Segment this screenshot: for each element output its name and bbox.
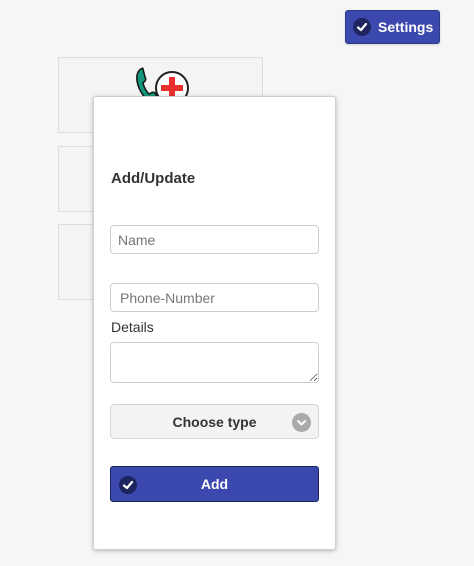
details-label: Details xyxy=(111,319,154,335)
chevron-down-icon xyxy=(292,413,311,432)
settings-button[interactable]: Settings xyxy=(345,10,440,44)
add-update-panel: Add/Update Details Choose type Add xyxy=(93,96,336,550)
add-label: Add xyxy=(200,476,229,492)
check-circle-icon xyxy=(119,476,137,494)
settings-label: Settings xyxy=(378,19,434,35)
check-circle-icon xyxy=(353,18,371,36)
panel-title: Add/Update xyxy=(111,170,196,187)
name-input[interactable] xyxy=(110,225,319,254)
choose-type-label: Choose type xyxy=(172,413,257,430)
phone-number-input[interactable] xyxy=(110,283,319,312)
choose-type-select[interactable]: Choose type xyxy=(110,404,319,439)
details-textarea[interactable] xyxy=(110,342,319,383)
add-button[interactable]: Add xyxy=(110,466,319,502)
